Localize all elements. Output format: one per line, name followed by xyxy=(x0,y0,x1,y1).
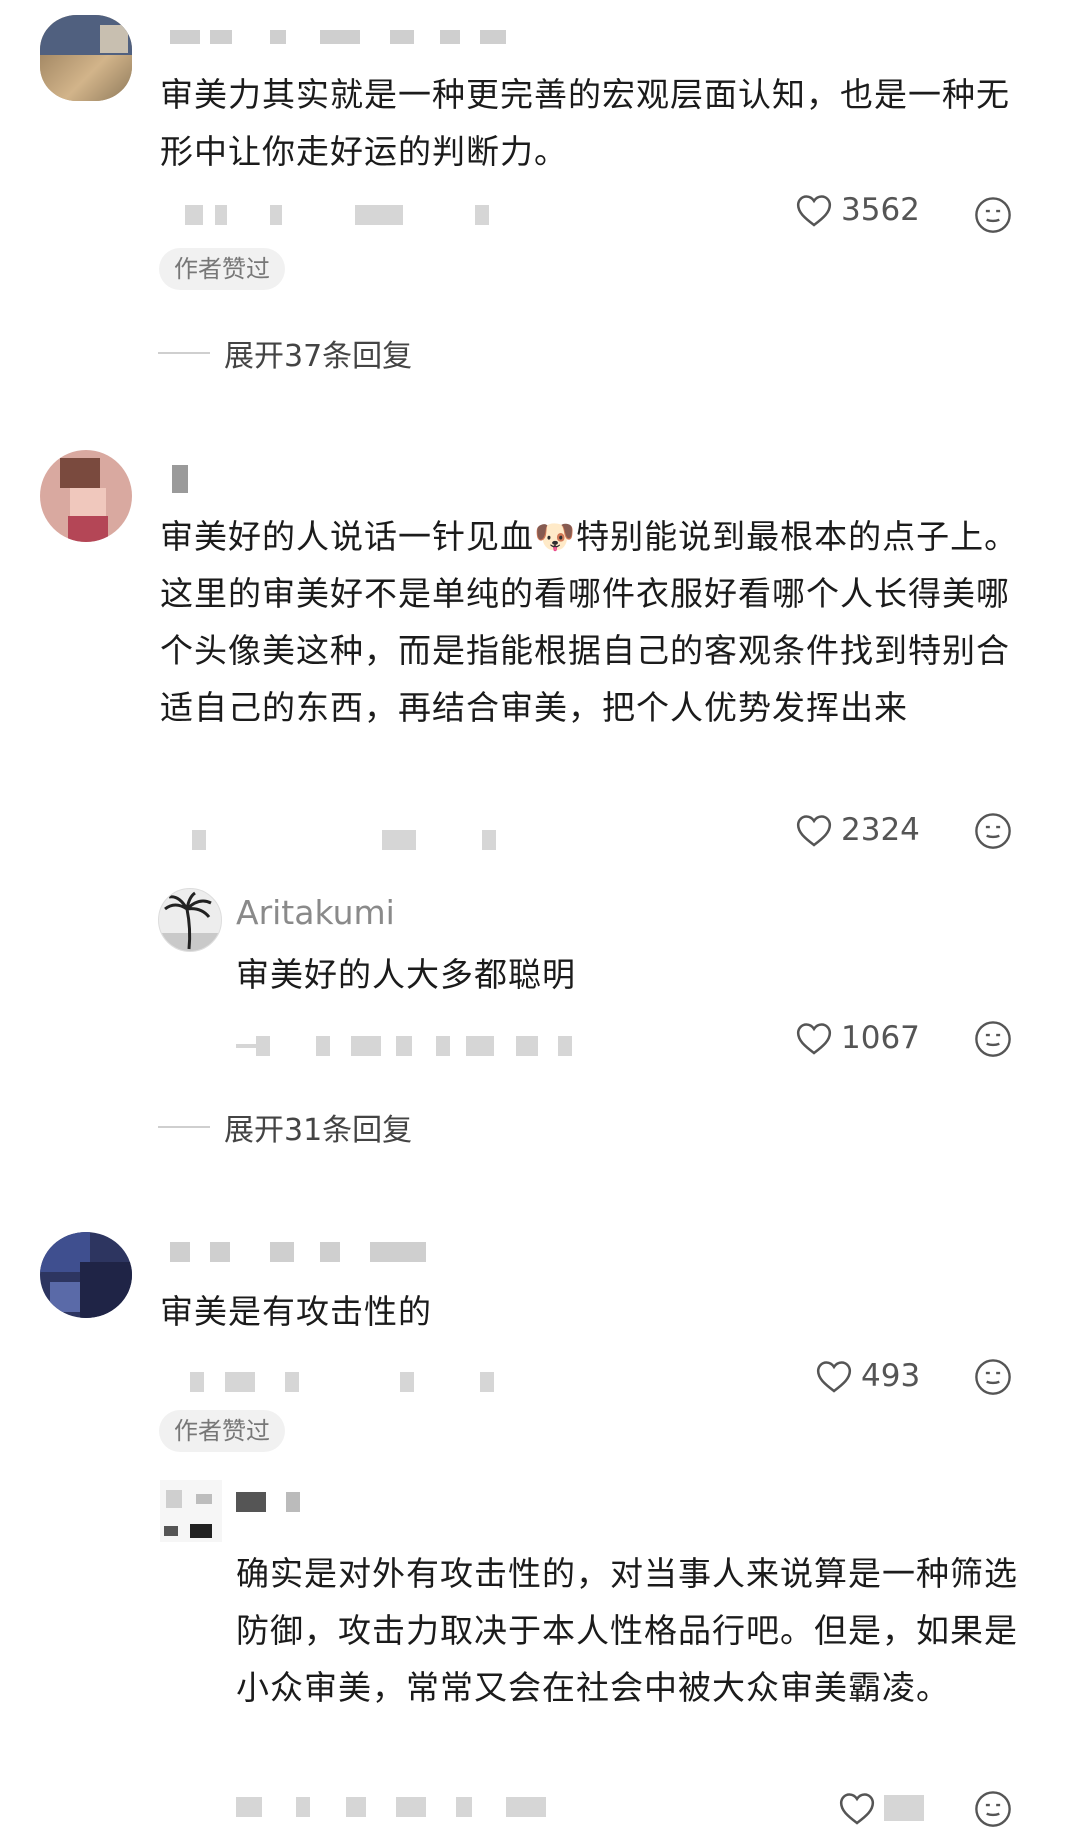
like-count: 2324 xyxy=(841,812,920,848)
comment-meta-blurred xyxy=(170,1372,500,1392)
author-liked-badge: 作者赞过 xyxy=(159,248,285,290)
like-count-blurred xyxy=(884,1795,924,1821)
comment-text: 审美是有攻击性的 xyxy=(160,1292,432,1331)
divider-line xyxy=(158,352,210,354)
author-liked-badge: 作者赞过 xyxy=(159,1410,285,1452)
emoji-face-icon[interactable] xyxy=(974,1790,1012,1828)
reply-avatar[interactable] xyxy=(160,1480,222,1542)
comment-meta-blurred xyxy=(185,205,495,225)
username-blurred[interactable] xyxy=(172,465,188,493)
avatar[interactable] xyxy=(40,15,132,101)
like-button[interactable]: 493 xyxy=(815,1358,920,1394)
like-count: 493 xyxy=(861,1358,921,1394)
avatar[interactable] xyxy=(40,1232,132,1318)
comment-meta-blurred xyxy=(192,830,502,850)
heart-outline-icon xyxy=(796,195,832,227)
divider-line xyxy=(158,1126,210,1128)
expand-replies-button[interactable]: 展开37条回复 xyxy=(158,331,412,375)
emoji-face-icon[interactable] xyxy=(974,1358,1012,1396)
reply-meta-blurred xyxy=(236,1797,576,1817)
expand-replies-label: 展开37条回复 xyxy=(224,339,413,374)
heart-outline-icon xyxy=(796,1023,832,1055)
username-blurred[interactable] xyxy=(170,1242,430,1262)
emoji-face-icon[interactable] xyxy=(974,1020,1012,1058)
heart-outline-icon xyxy=(839,1793,875,1825)
like-count: 3562 xyxy=(841,192,920,228)
expand-replies-button[interactable]: 展开31条回复 xyxy=(158,1105,412,1149)
reply-text: 确实是对外有攻击性的，对当事人来说算是一种筛选防御，攻击力取决于本人性格品行吧。… xyxy=(236,1554,1018,1707)
emoji-face-icon[interactable] xyxy=(974,196,1012,234)
like-button[interactable] xyxy=(838,1790,924,1826)
heart-outline-icon xyxy=(816,1361,852,1393)
like-count: 1067 xyxy=(841,1020,920,1056)
palm-tree-icon xyxy=(159,891,221,951)
reply-avatar[interactable] xyxy=(158,888,222,952)
comment-text: 审美好的人说话一针见血🐶特别能说到最根本的点子上。这里的审美好不是单纯的看哪件衣… xyxy=(160,517,1019,727)
username-blurred[interactable] xyxy=(170,30,530,44)
expand-replies-label: 展开31条回复 xyxy=(224,1113,413,1148)
like-button[interactable]: 1067 xyxy=(795,1020,920,1056)
heart-outline-icon xyxy=(796,815,832,847)
reply-username-blurred[interactable] xyxy=(236,1492,306,1512)
reply-meta-blurred xyxy=(236,1036,576,1056)
reply-username[interactable]: Aritakumi xyxy=(236,893,395,932)
like-button[interactable]: 3562 xyxy=(795,192,920,228)
like-button[interactable]: 2324 xyxy=(795,812,920,848)
comment-text: 审美力其实就是一种更完善的宏观层面认知，也是一种无形中让你走好运的判断力。 xyxy=(160,75,1010,171)
reply-text: 审美好的人大多都聪明 xyxy=(236,955,576,994)
emoji-face-icon[interactable] xyxy=(974,812,1012,850)
avatar[interactable] xyxy=(40,450,132,542)
